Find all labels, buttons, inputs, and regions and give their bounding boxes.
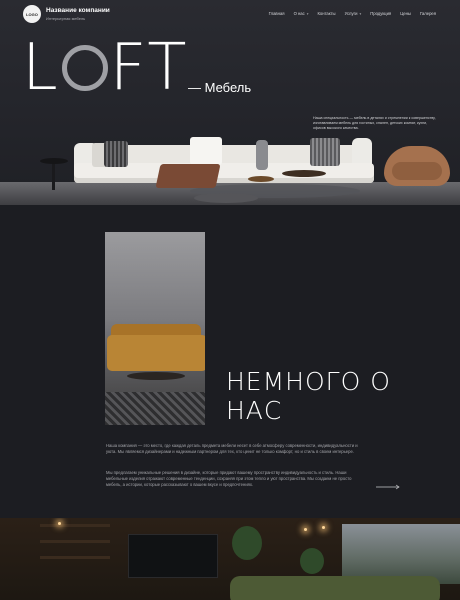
sofa-seat bbox=[107, 335, 205, 371]
about-image bbox=[105, 232, 205, 425]
window bbox=[342, 524, 460, 584]
pillow bbox=[190, 137, 222, 165]
nav-item-contacts[interactable]: Контакты bbox=[317, 11, 335, 16]
lamp bbox=[304, 528, 307, 531]
hero-description: Наша специальность — мебель в деталях и … bbox=[313, 116, 436, 131]
nav-item-gallery[interactable]: Галерея bbox=[420, 11, 436, 16]
interior-image bbox=[0, 518, 460, 600]
shelf bbox=[40, 524, 110, 527]
shelf bbox=[40, 540, 110, 543]
company-tagline: Интерьерная мебель bbox=[46, 16, 86, 21]
logo[interactable]: LOGO bbox=[23, 5, 41, 23]
chevron-down-icon: ▾ bbox=[306, 11, 309, 16]
main-nav: Главная О нас ▾ Контакты Услуги ▾ Продукци… bbox=[269, 11, 436, 16]
side-table-leg bbox=[52, 162, 55, 190]
nav-label: Контакты bbox=[317, 11, 336, 16]
about-title: НЕМНОГО О НАС bbox=[226, 367, 391, 425]
hero-title-part: L bbox=[22, 31, 60, 105]
nav-label: Цены bbox=[400, 11, 411, 16]
pillow-striped bbox=[310, 138, 340, 166]
side-table bbox=[40, 158, 68, 164]
hero-title-part: FT bbox=[109, 31, 189, 105]
nav-label: О нас bbox=[293, 11, 305, 16]
company-name[interactable]: Название компании bbox=[46, 7, 110, 14]
sofa-throw bbox=[155, 164, 221, 188]
chevron-down-icon: ▾ bbox=[359, 11, 362, 16]
rug bbox=[105, 392, 205, 425]
nav-item-services[interactable]: Услуги ▾ bbox=[345, 11, 362, 16]
armchair-seat bbox=[392, 162, 442, 180]
hero-title: L FT bbox=[22, 36, 188, 100]
nav-label: Продукция bbox=[370, 11, 392, 16]
pouf bbox=[194, 193, 258, 203]
shelf bbox=[40, 556, 110, 559]
hero-subtitle: — Мебель bbox=[188, 80, 252, 95]
hero-title-o-ring bbox=[61, 45, 108, 91]
about-paragraph: Мы предлагаем уникальные решения в дизай… bbox=[106, 470, 352, 488]
lamp bbox=[322, 526, 325, 529]
pillow-striped bbox=[104, 141, 128, 167]
about-paragraph: Наша компания — это место, где каждая де… bbox=[106, 443, 358, 455]
plant bbox=[300, 548, 324, 574]
tv-panel bbox=[128, 534, 218, 578]
lamp bbox=[58, 522, 61, 525]
nav-item-home[interactable]: Главная bbox=[269, 11, 285, 16]
nav-label: Услуги bbox=[344, 11, 358, 16]
vase bbox=[256, 140, 268, 170]
coffee-table bbox=[127, 372, 185, 380]
hero-section: LOGO Название компании Интерьерная мебел… bbox=[0, 0, 460, 205]
coffee-table bbox=[282, 170, 326, 177]
nav-label: Галерея bbox=[419, 11, 436, 16]
plant bbox=[232, 526, 262, 560]
nav-label: Главная bbox=[268, 11, 285, 16]
arrow-right-icon[interactable] bbox=[376, 484, 400, 490]
coffee-table bbox=[248, 176, 274, 182]
green-sofa bbox=[230, 576, 440, 600]
nav-item-products[interactable]: Продукция bbox=[370, 11, 391, 16]
nav-item-about[interactable]: О нас ▾ bbox=[294, 11, 309, 16]
nav-item-prices[interactable]: Цены bbox=[400, 11, 411, 16]
